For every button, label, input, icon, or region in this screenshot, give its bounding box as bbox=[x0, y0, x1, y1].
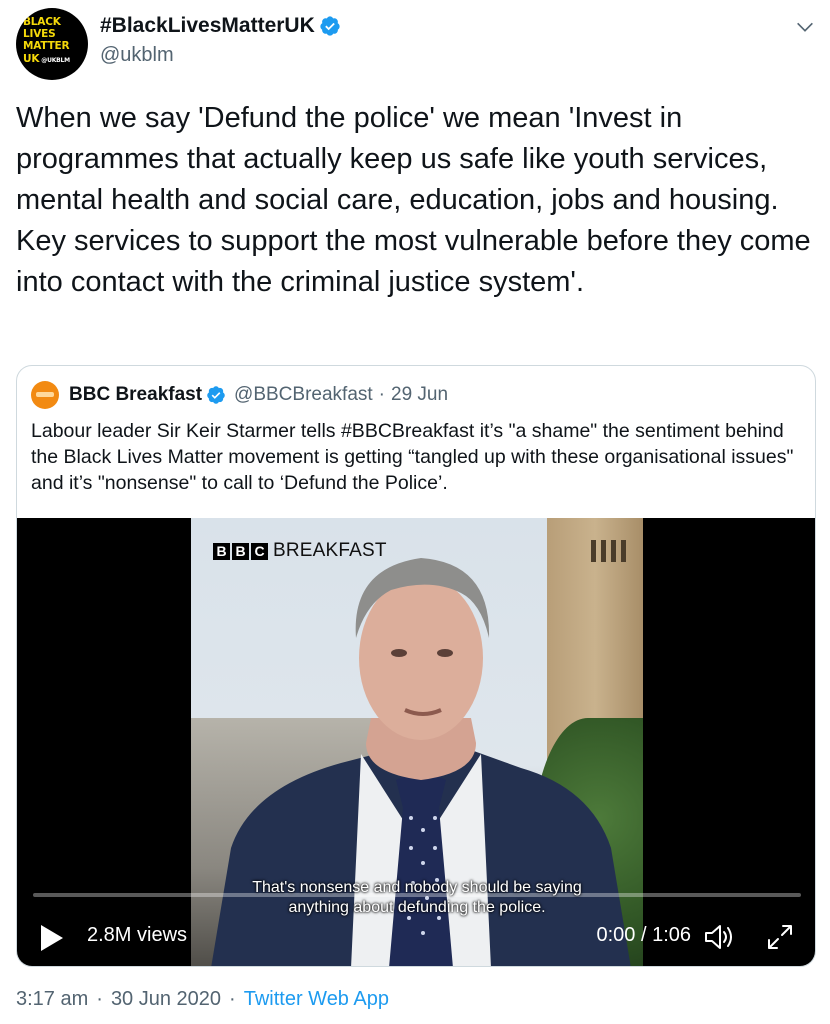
quoted-author-name: BBC Breakfast bbox=[69, 384, 203, 405]
separator-dot: · bbox=[378, 384, 385, 405]
quoted-tweet-text: Labour leader Sir Keir Starmer tells #BB… bbox=[31, 420, 794, 494]
verified-badge-icon bbox=[320, 16, 340, 36]
verified-badge-icon bbox=[207, 386, 225, 404]
video-subtitles: That's nonsense and nobody should be say… bbox=[252, 879, 582, 916]
play-icon[interactable] bbox=[39, 923, 65, 953]
volume-icon[interactable] bbox=[703, 922, 735, 952]
tweet-date[interactable]: 30 Jun 2020 bbox=[111, 988, 221, 1011]
video-player[interactable]: B B C BREAKFAST That's nonsense and nobo… bbox=[17, 518, 815, 966]
quoted-tweet-header: BBC Breakfast @BBCBreakfast · 29 Jun bbox=[31, 380, 448, 410]
video-time: 0:00 / 1:06 bbox=[596, 924, 691, 946]
view-count: 2.8M views bbox=[87, 924, 188, 946]
tweet-meta: 3:17 am · 30 Jun 2020 · Twitter Web App bbox=[16, 988, 389, 1011]
tweet-text: When we say 'Defund the police' we mean … bbox=[16, 102, 819, 298]
chevron-down-icon[interactable] bbox=[794, 16, 816, 38]
quoted-tweet-date: 29 Jun bbox=[391, 384, 449, 405]
author-names: #BlackLivesMatterUK @ukblm bbox=[100, 14, 341, 67]
author-avatar[interactable]: BLACK LIVES MATTER UK @UKBLM bbox=[16, 8, 88, 80]
separator-dot: · bbox=[229, 988, 236, 1010]
tweet-source-link[interactable]: Twitter Web App bbox=[244, 988, 389, 1011]
quoted-author-handle: @BBCBreakfast bbox=[234, 384, 373, 405]
tweet-time[interactable]: 3:17 am bbox=[16, 988, 88, 1011]
bbc-breakfast-logo: B B C BREAKFAST bbox=[213, 540, 387, 562]
quoted-tweet[interactable]: BBC Breakfast @BBCBreakfast · 29 Jun Lab… bbox=[16, 365, 816, 967]
tweet-header: BLACK LIVES MATTER UK @UKBLM #BlackLivesM… bbox=[16, 8, 820, 80]
separator-dot: · bbox=[96, 988, 103, 1010]
author-display-name[interactable]: #BlackLivesMatterUK bbox=[100, 14, 341, 38]
expand-icon[interactable] bbox=[765, 922, 795, 952]
quoted-author-avatar bbox=[31, 381, 59, 409]
author-handle[interactable]: @ukblm bbox=[100, 44, 341, 67]
